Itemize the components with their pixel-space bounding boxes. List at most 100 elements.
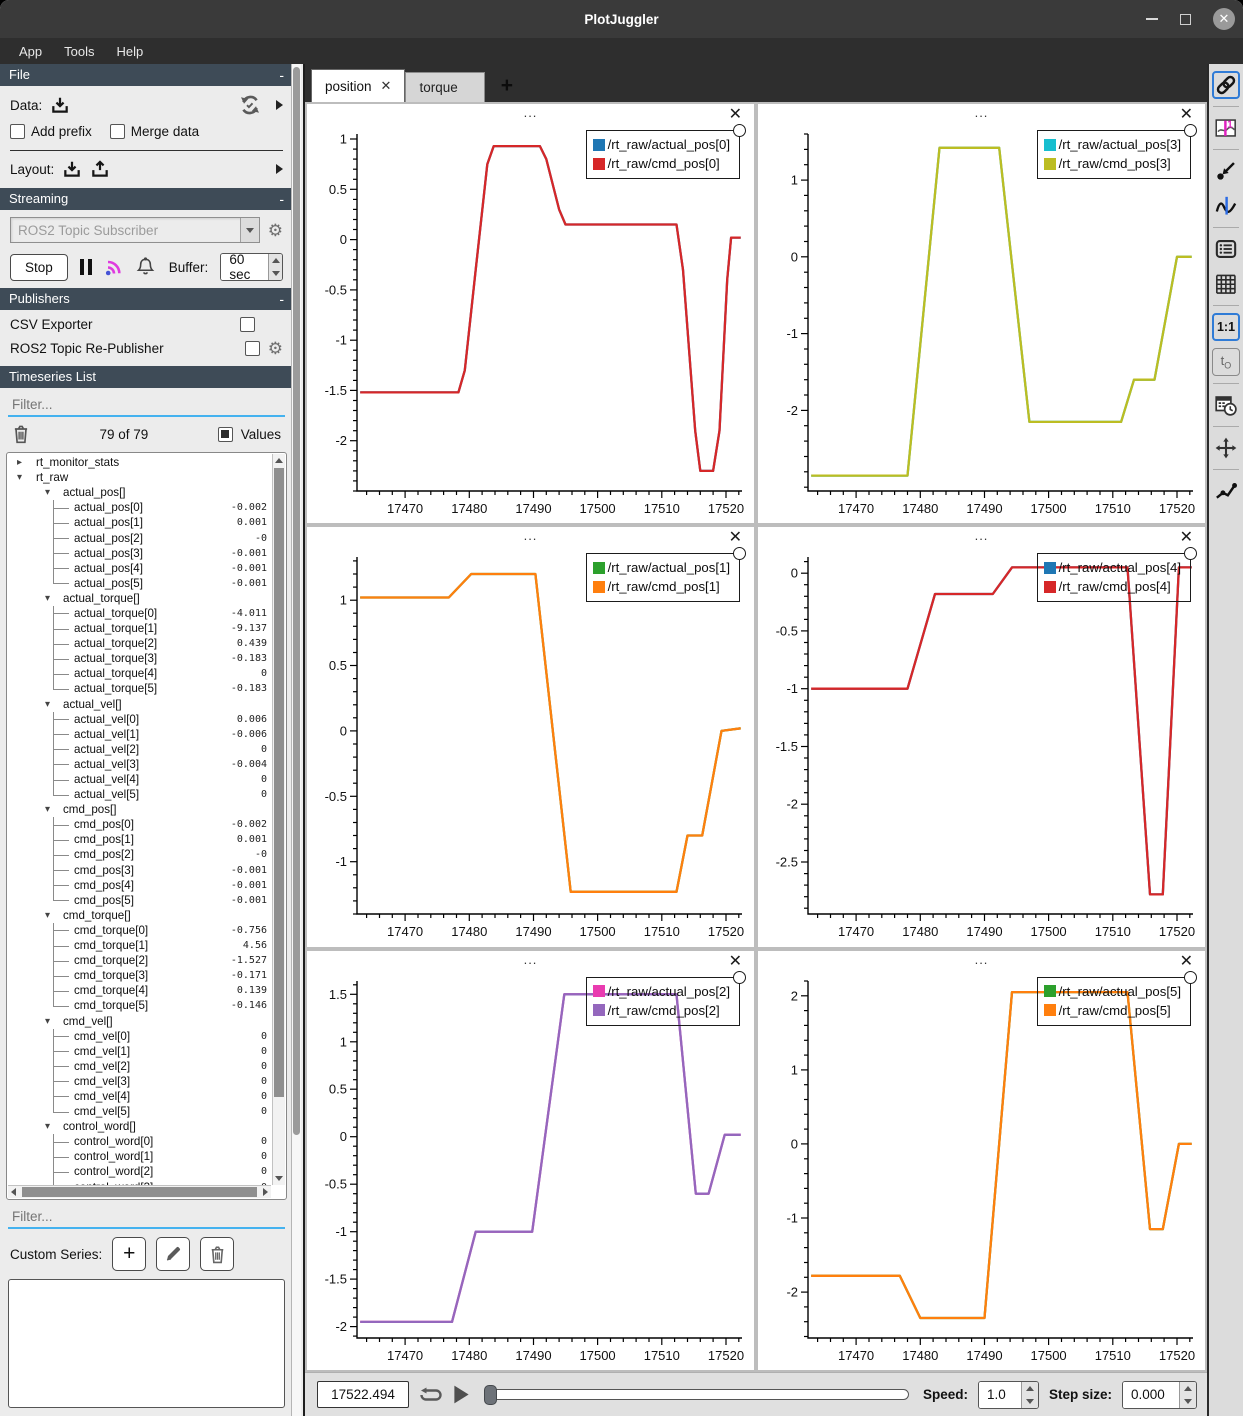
legend-item[interactable]: /rt_raw/cmd_pos[1] xyxy=(593,577,730,596)
plot-canvas[interactable]: 174701748017490175001751017520210-1-2 xyxy=(758,975,1205,1370)
plot-close-button[interactable]: ✕ xyxy=(729,954,742,970)
date-time-icon[interactable] xyxy=(1212,391,1240,419)
tree-item-cmd_vel1[interactable]: cmd_vel[1]0 xyxy=(9,1044,271,1059)
tree-item-actual_pos3[interactable]: actual_pos[3]-0.001 xyxy=(9,546,271,561)
ratio-1-1-button[interactable]: 1:1 xyxy=(1212,313,1240,341)
plot-menu-button[interactable]: ... xyxy=(975,105,989,120)
collapse-icon[interactable]: ▾ xyxy=(45,804,50,815)
tree-item-cmd_pos2[interactable]: cmd_pos[2]-0 xyxy=(9,847,271,862)
values-checkbox[interactable] xyxy=(218,427,233,442)
add-tab-button[interactable]: + xyxy=(501,74,513,102)
line-points-icon[interactable] xyxy=(1212,477,1240,505)
plot-menu-button[interactable]: ... xyxy=(524,528,538,543)
custom-series-list[interactable] xyxy=(8,1279,285,1408)
tree-item-actual_torque[interactable]: ▾actual_torque[] xyxy=(9,591,271,606)
tree-item-cmd_vel4[interactable]: cmd_vel[4]0 xyxy=(9,1089,271,1104)
tree-item-actual_pos[interactable]: ▾actual_pos[] xyxy=(9,485,271,500)
time-offset-button[interactable]: tO xyxy=(1212,348,1240,376)
spin-arrows-icon[interactable] xyxy=(1021,1382,1038,1408)
add-custom-series-button[interactable]: + xyxy=(112,1237,146,1271)
streaming-section-header[interactable]: Streaming - xyxy=(0,188,293,210)
clear-list-trash-icon[interactable] xyxy=(12,424,30,444)
plot-close-button[interactable]: ✕ xyxy=(1180,107,1193,123)
tree-item-cmd_pos1[interactable]: cmd_pos[1]0.001 xyxy=(9,832,271,847)
tree-item-cmd_torque[interactable]: ▾cmd_torque[] xyxy=(9,908,271,923)
data-menu-arrow-icon[interactable] xyxy=(276,100,283,110)
collapse-icon[interactable]: ▾ xyxy=(45,593,50,604)
menu-help[interactable]: Help xyxy=(108,41,153,62)
reload-data-icon[interactable] xyxy=(238,93,262,117)
legend-anchor-icon[interactable] xyxy=(733,124,746,137)
tree-item-actual_pos5[interactable]: actual_pos[5]-0.001 xyxy=(9,576,271,591)
legend-item[interactable]: /rt_raw/cmd_pos[4] xyxy=(1044,577,1181,596)
legend-anchor-icon[interactable] xyxy=(1184,124,1197,137)
collapse-icon[interactable]: ▾ xyxy=(45,910,50,921)
plot-canvas[interactable]: 17470174801749017500175101752010.50-0.5-… xyxy=(307,128,754,523)
tree-item-actual_vel0[interactable]: actual_vel[0]0.006 xyxy=(9,712,271,727)
plot-menu-button[interactable]: ... xyxy=(975,952,989,967)
legend-anchor-icon[interactable] xyxy=(1184,971,1197,984)
loop-icon[interactable] xyxy=(419,1386,443,1404)
menu-tools[interactable]: Tools xyxy=(55,41,103,62)
add-prefix-checkbox[interactable]: Add prefix xyxy=(10,124,92,139)
tree-item-actual_pos1[interactable]: actual_pos[1]0.001 xyxy=(9,515,271,530)
tree-item-control_word1[interactable]: control_word[1]0 xyxy=(9,1149,271,1164)
tab-position[interactable]: position ✕ xyxy=(311,69,405,102)
plot-canvas[interactable]: 1747017480174901750017510175201.510.50-0… xyxy=(307,975,754,1370)
plot-canvas[interactable]: 17470174801749017500175101752010-1-2 xyxy=(758,128,1205,523)
tree-item-actual_vel5[interactable]: actual_vel[5]0 xyxy=(9,787,271,802)
plot-menu-button[interactable]: ... xyxy=(524,952,538,967)
load-layout-icon[interactable] xyxy=(62,159,82,179)
tree-item-control_word0[interactable]: control_word[0]0 xyxy=(9,1134,271,1149)
tree-item-cmd_torque2[interactable]: cmd_torque[2]-1.527 xyxy=(9,953,271,968)
pause-icon[interactable] xyxy=(80,259,92,275)
legend-anchor-icon[interactable] xyxy=(733,971,746,984)
speed-spinbox[interactable]: 1.0 xyxy=(978,1381,1039,1409)
tab-close-icon[interactable]: ✕ xyxy=(381,78,392,94)
link-icon[interactable] xyxy=(1212,71,1240,99)
load-data-icon[interactable] xyxy=(50,95,70,115)
plot-menu-button[interactable]: ... xyxy=(524,105,538,120)
tree-item-cmd_torque3[interactable]: cmd_torque[3]-0.171 xyxy=(9,968,271,983)
scrollbar-thumb[interactable] xyxy=(293,67,300,1135)
plot-close-button[interactable]: ✕ xyxy=(729,530,742,546)
time-slider[interactable] xyxy=(484,1389,909,1400)
layout-menu-arrow-icon[interactable] xyxy=(276,164,283,174)
tree-item-cmd_torque4[interactable]: cmd_torque[4]0.139 xyxy=(9,983,271,998)
publishers-section-header[interactable]: Publishers - xyxy=(0,288,293,310)
spin-arrows-icon[interactable] xyxy=(268,254,282,280)
plot-close-button[interactable]: ✕ xyxy=(1180,530,1193,546)
legend-item[interactable]: /rt_raw/actual_pos[1] xyxy=(593,558,730,577)
plot-close-button[interactable]: ✕ xyxy=(1180,954,1193,970)
time-display[interactable]: 17522.494 xyxy=(317,1381,409,1408)
cursor-plot-icon[interactable]: 1 xyxy=(1212,114,1240,142)
delete-custom-series-button[interactable] xyxy=(200,1237,234,1271)
tree-item-cmd_vel5[interactable]: cmd_vel[5]0 xyxy=(9,1104,271,1119)
tree-item-rt_raw[interactable]: ▾rt_raw xyxy=(9,470,271,485)
tree-item-control_word2[interactable]: control_word[2]0 xyxy=(9,1164,271,1179)
scroll-up-icon[interactable] xyxy=(273,454,285,467)
plot-canvas[interactable]: 1747017480174901750017510175200-0.5-1-1.… xyxy=(758,551,1205,946)
tree-horizontal-scrollbar[interactable] xyxy=(8,1185,271,1198)
step-size-spinbox[interactable]: 0.000 xyxy=(1122,1381,1197,1409)
legend-item[interactable]: /rt_raw/actual_pos[5] xyxy=(1044,982,1181,1001)
tree-item-actual_pos2[interactable]: actual_pos[2]-0 xyxy=(9,530,271,545)
sidebar-scrollbar[interactable] xyxy=(291,64,301,1416)
collapse-icon[interactable]: ▾ xyxy=(45,1016,50,1027)
scroll-right-icon[interactable] xyxy=(263,1188,268,1196)
plot-canvas[interactable]: 17470174801749017500175101752010.50-0.5-… xyxy=(307,551,754,946)
tree-item-cmd_pos4[interactable]: cmd_pos[4]-0.001 xyxy=(9,878,271,893)
grid-view-icon[interactable] xyxy=(1212,270,1240,298)
tree-item-actual_vel2[interactable]: actual_vel[2]0 xyxy=(9,742,271,757)
tree-item-actual_torque3[interactable]: actual_torque[3]-0.183 xyxy=(9,651,271,666)
vertical-tracker-icon[interactable] xyxy=(1212,192,1240,220)
tree-item-actual_torque0[interactable]: actual_torque[0]-4.011 xyxy=(9,606,271,621)
tree-item-actual_torque4[interactable]: actual_torque[4]0 xyxy=(9,666,271,681)
tree-item-actual_torque1[interactable]: actual_torque[1]-9.137 xyxy=(9,621,271,636)
tree-item-cmd_pos3[interactable]: cmd_pos[3]-0.001 xyxy=(9,863,271,878)
tree-item-actual_vel3[interactable]: actual_vel[3]-0.004 xyxy=(9,757,271,772)
plot-close-button[interactable]: ✕ xyxy=(729,107,742,123)
legend-item[interactable]: /rt_raw/cmd_pos[2] xyxy=(593,1001,730,1020)
legend-item[interactable]: /rt_raw/actual_pos[0] xyxy=(593,135,730,154)
play-button[interactable] xyxy=(453,1385,470,1404)
